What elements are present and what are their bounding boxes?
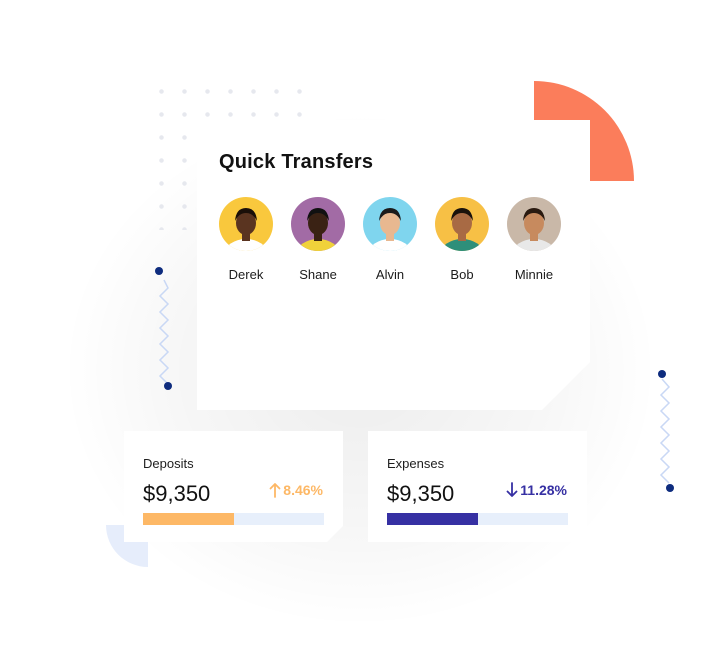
expenses-change-value: 11.28%: [520, 482, 567, 498]
deposits-change: 8.46%: [269, 482, 323, 498]
expenses-change: 11.28%: [506, 482, 567, 498]
contact-name: Bob: [450, 267, 474, 282]
quick-transfers-card: Quick Transfers Derek Shane Alvin Bob Minnie: [197, 120, 590, 410]
expenses-card: Expenses $9,350 11.28%: [368, 431, 587, 542]
contact-shane[interactable]: Shane: [282, 197, 354, 282]
deposits-progress-track: [143, 513, 324, 525]
contact-derek[interactable]: Derek: [210, 197, 282, 282]
contact-name: Alvin: [375, 267, 405, 282]
avatar-woman-purple-bg[interactable]: [291, 197, 345, 251]
deposits-progress-fill: [143, 513, 234, 525]
expenses-progress-track: [387, 513, 568, 525]
arrow-down-icon: [506, 482, 518, 498]
quick-transfers-title: Quick Transfers: [219, 151, 374, 173]
deposits-card: Deposits $9,350 8.46%: [124, 431, 343, 542]
contact-minnie[interactable]: Minnie: [498, 197, 570, 282]
zigzag-decoration-left: [155, 267, 172, 390]
expenses-value: $9,350: [387, 481, 455, 506]
contact-bob[interactable]: Bob: [426, 197, 498, 282]
contact-alvin[interactable]: Alvin: [354, 197, 426, 282]
avatar-man-cyan-bg[interactable]: [363, 197, 417, 251]
avatar-woman-yellow-bg[interactable]: [219, 197, 273, 251]
avatar-man-beige-bg[interactable]: [507, 197, 561, 251]
contact-name: Minnie: [514, 267, 554, 282]
deposits-value: $9,350: [143, 481, 211, 506]
arrow-up-icon: [269, 482, 281, 498]
expenses-progress-fill: [387, 513, 478, 525]
deposits-change-value: 8.46%: [283, 482, 323, 498]
zigzag-decoration-right: [658, 370, 674, 492]
avatar-man-yellow-bg[interactable]: [435, 197, 489, 251]
contact-name: Shane: [299, 267, 337, 282]
contact-name: Derek: [228, 267, 264, 282]
expenses-label: Expenses: [387, 456, 445, 471]
deposits-label: Deposits: [143, 456, 194, 471]
